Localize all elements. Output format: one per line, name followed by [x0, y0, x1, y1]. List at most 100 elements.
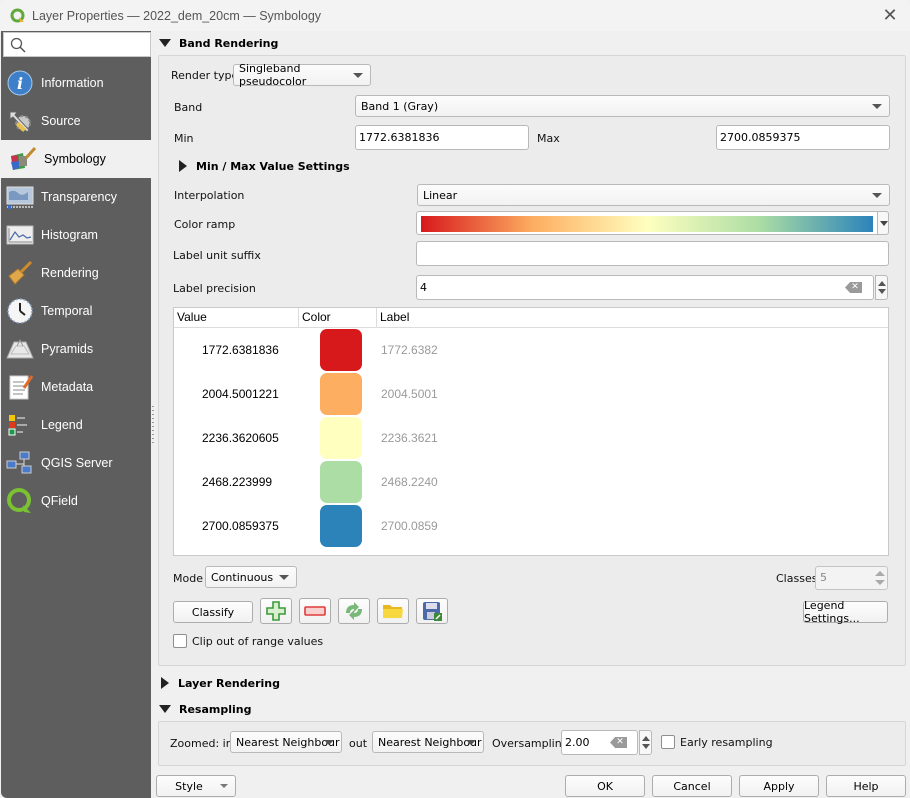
color-swatch[interactable]: [320, 373, 362, 415]
max-label: Max: [537, 132, 560, 145]
min-field[interactable]: [355, 125, 529, 150]
band-label: Band: [174, 101, 203, 114]
remove-class-icon: [304, 606, 326, 616]
chevron-down-icon: [872, 193, 882, 198]
main-panel: Band Rendering Render type Singleband ps…: [155, 31, 910, 766]
reverse-colors-button[interactable]: [338, 598, 370, 624]
transparency-icon: [6, 183, 34, 211]
help-button[interactable]: Help: [826, 775, 906, 797]
sidebar-item-qfield[interactable]: QField: [1, 482, 151, 520]
spin-up-icon[interactable]: [875, 571, 885, 576]
table-row[interactable]: 2004.5001221 2004.5001: [174, 372, 888, 416]
sidebar-item-temporal[interactable]: Temporal: [1, 292, 151, 330]
color-ramp-button[interactable]: [416, 211, 879, 235]
style-menu-button[interactable]: Style: [156, 775, 236, 797]
classify-button[interactable]: Classify: [173, 601, 253, 623]
label-unit-suffix-field[interactable]: [416, 241, 889, 266]
resampling-header[interactable]: Resampling: [159, 699, 251, 719]
column-header-color[interactable]: Color: [299, 308, 377, 327]
legend-icon: [6, 411, 34, 439]
close-icon[interactable]: ✕: [880, 5, 900, 25]
zoomed-in-select[interactable]: Nearest Neighbour: [230, 731, 342, 753]
classes-spinbox[interactable]: 5: [815, 566, 888, 590]
color-swatch[interactable]: [320, 329, 362, 371]
pyramids-icon: [6, 335, 34, 363]
save-icon: [423, 602, 442, 621]
table-row[interactable]: 2236.3620605 2236.3621: [174, 416, 888, 460]
oversampling-spinner[interactable]: [639, 730, 652, 755]
sidebar-item-source[interactable]: Source: [1, 102, 151, 140]
sidebar-item-transparency[interactable]: Transparency: [1, 178, 151, 216]
interpolation-select[interactable]: Linear: [417, 184, 890, 206]
section-title: Min / Max Value Settings: [196, 159, 350, 173]
section-title: Layer Rendering: [178, 676, 280, 690]
minmax-settings-header[interactable]: Min / Max Value Settings: [177, 156, 350, 176]
column-header-value[interactable]: Value: [174, 308, 299, 327]
row-label: 2236.3621: [381, 431, 438, 445]
color-map-table: Value Color Label 1772.6381836 1772.6382…: [173, 307, 889, 556]
color-ramp-menu-button[interactable]: [877, 211, 889, 235]
classes-label: Classes: [776, 572, 818, 585]
band-rendering-header[interactable]: Band Rendering: [159, 33, 278, 53]
sidebar-item-legend[interactable]: Legend: [1, 406, 151, 444]
zoomed-out-select[interactable]: Nearest Neighbour: [372, 731, 484, 753]
sidebar-item-histogram[interactable]: Histogram: [1, 216, 151, 254]
band-select[interactable]: Band 1 (Gray): [355, 95, 890, 117]
clip-out-of-range-checkbox[interactable]: [173, 634, 187, 648]
sidebar-item-information[interactable]: i Information: [1, 64, 151, 102]
table-row[interactable]: 1772.6381836 1772.6382: [174, 328, 888, 372]
save-color-map-button[interactable]: [416, 598, 448, 624]
color-swatch[interactable]: [320, 417, 362, 459]
apply-button[interactable]: Apply: [739, 775, 819, 797]
color-swatch[interactable]: [320, 505, 362, 547]
spin-down-icon[interactable]: [878, 289, 886, 294]
color-swatch[interactable]: [320, 461, 362, 503]
sidebar-item-symbology[interactable]: Symbology: [1, 140, 151, 178]
min-input[interactable]: [359, 131, 528, 144]
search-box[interactable]: [3, 32, 151, 57]
legend-settings-button[interactable]: Legend Settings...: [803, 599, 888, 625]
render-type-select[interactable]: Singleband pseudocolor: [233, 62, 371, 88]
sidebar-item-label: Pyramids: [41, 342, 94, 356]
max-input[interactable]: [720, 131, 889, 144]
cancel-button[interactable]: Cancel: [652, 775, 732, 797]
label-precision-input[interactable]: [420, 281, 820, 294]
layer-rendering-header[interactable]: Layer Rendering: [159, 673, 280, 693]
clear-icon[interactable]: ✕: [845, 282, 862, 293]
remove-class-button[interactable]: [299, 598, 331, 624]
load-color-map-button[interactable]: [377, 598, 409, 624]
ok-button[interactable]: OK: [565, 775, 645, 797]
histogram-icon: [6, 221, 34, 249]
label-precision-spinner[interactable]: [875, 275, 888, 300]
sidebar-item-rendering[interactable]: Rendering: [1, 254, 151, 292]
sidebar-item-qgis-server[interactable]: QGIS Server: [1, 444, 151, 482]
spin-up-icon[interactable]: [878, 281, 886, 286]
oversampling-field[interactable]: ✕: [561, 730, 638, 755]
sidebar-item-pyramids[interactable]: Pyramids: [1, 330, 151, 368]
max-field[interactable]: [716, 125, 890, 150]
load-icon: [383, 605, 403, 618]
column-header-label[interactable]: Label: [377, 308, 888, 327]
table-row[interactable]: 2700.0859375 2700.0859: [174, 504, 888, 548]
spin-down-icon[interactable]: [875, 580, 885, 585]
sidebar-item-label: Histogram: [41, 228, 98, 242]
spin-up-icon[interactable]: [642, 736, 650, 741]
sidebar-item-metadata[interactable]: Metadata: [1, 368, 151, 406]
interpolation-value: Linear: [423, 188, 458, 202]
mode-select[interactable]: Continuous: [205, 566, 297, 588]
add-class-button[interactable]: [260, 598, 292, 624]
label-unit-suffix-input[interactable]: [420, 247, 888, 260]
search-input[interactable]: [30, 34, 148, 55]
mode-value: Continuous: [211, 570, 274, 584]
spin-down-icon[interactable]: [642, 744, 650, 749]
add-class-icon: [266, 601, 286, 621]
mode-label: Mode: [173, 572, 203, 585]
sidebar-item-label: Temporal: [41, 304, 93, 318]
early-resampling-checkbox[interactable]: [661, 735, 675, 749]
section-title: Band Rendering: [179, 36, 279, 50]
table-row[interactable]: 2468.223999 2468.2240: [174, 460, 888, 504]
oversampling-input[interactable]: [565, 736, 615, 749]
qfield-icon: [6, 487, 34, 515]
source-icon: [6, 107, 34, 135]
label-precision-field[interactable]: ✕: [416, 275, 874, 300]
